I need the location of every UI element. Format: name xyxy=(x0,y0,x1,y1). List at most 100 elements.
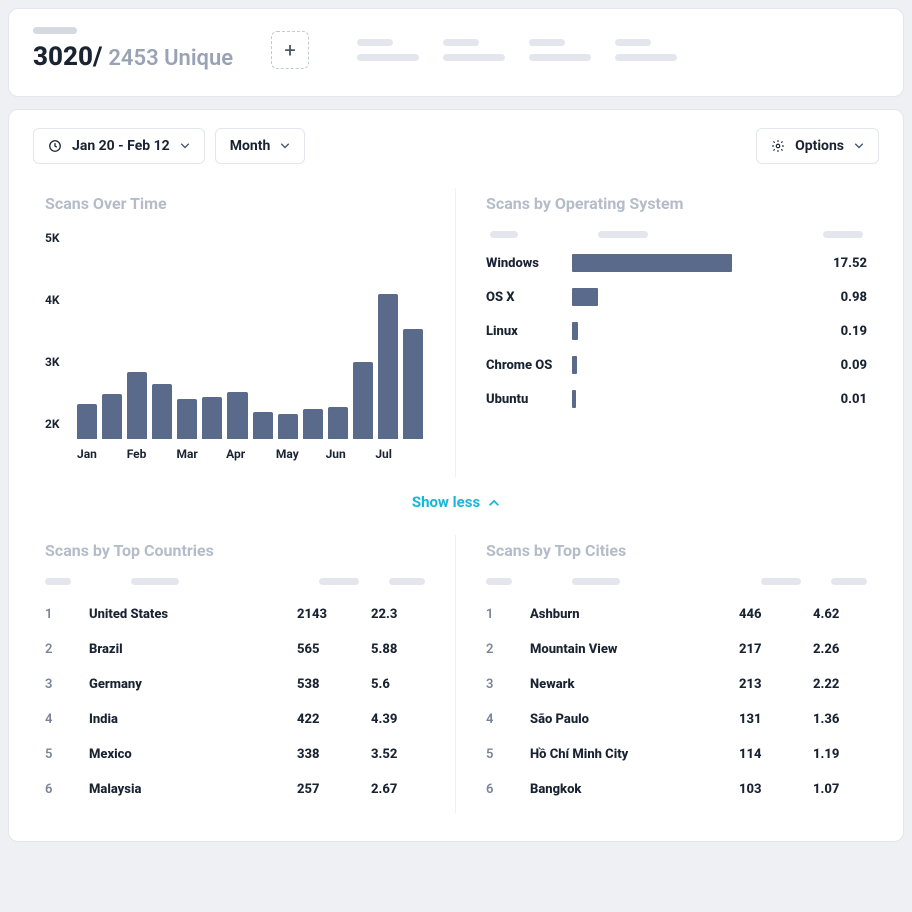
x-tick: Jul xyxy=(375,447,425,461)
value-2: 4.39 xyxy=(371,712,425,727)
value-2: 22.3 xyxy=(371,607,425,622)
rank: 6 xyxy=(486,782,530,797)
x-tick: Jan xyxy=(77,447,127,461)
interval-label: Month xyxy=(230,138,271,154)
unique-count: 2453 Unique xyxy=(108,46,233,71)
value-2: 1.36 xyxy=(813,712,867,727)
value-2: 5.6 xyxy=(371,677,425,692)
os-label: Ubuntu xyxy=(486,392,572,407)
rank: 4 xyxy=(45,712,89,727)
os-row: Windows 17.52 xyxy=(486,254,867,272)
value-2: 2.67 xyxy=(371,782,425,797)
rank: 5 xyxy=(486,747,530,762)
value-2: 3.52 xyxy=(371,747,425,762)
os-bar-track xyxy=(572,288,811,306)
rank: 1 xyxy=(486,607,530,622)
rank: 2 xyxy=(45,642,89,657)
chart-bar xyxy=(202,397,222,440)
show-less-label: Show less xyxy=(412,493,480,511)
chevron-up-icon xyxy=(488,493,500,511)
table-row: 4São Paulo1311.36 xyxy=(486,712,867,727)
os-label: Linux xyxy=(486,324,572,339)
os-value: 17.52 xyxy=(811,256,867,271)
table-row: 4India4224.39 xyxy=(45,712,425,727)
table-row: 2Mountain View2172.26 xyxy=(486,642,867,657)
chart-bar xyxy=(177,399,197,439)
bars xyxy=(75,231,425,439)
table-row: 6Bangkok1031.07 xyxy=(486,782,867,797)
name: Newark xyxy=(530,677,739,692)
y-axis: 5K4K3K2K xyxy=(45,231,75,431)
os-bar-track xyxy=(572,322,811,340)
name: Mexico xyxy=(89,747,297,762)
os-value: 0.98 xyxy=(811,290,867,305)
city-rows: 1Ashburn4464.622Mountain View2172.263New… xyxy=(486,607,867,797)
placeholder-pill xyxy=(33,27,77,34)
table-row: 5Mexico3383.52 xyxy=(45,747,425,762)
os-label: Windows xyxy=(486,256,572,271)
os-row: Chrome OS0.09 xyxy=(486,356,867,374)
name: Brazil xyxy=(89,642,297,657)
os-row: Linux 0.19 xyxy=(486,322,867,340)
toolbar: Jan 20 - Feb 12 Month Options xyxy=(33,128,879,164)
show-less-button[interactable]: Show less xyxy=(33,493,879,511)
interval-dropdown[interactable]: Month xyxy=(215,128,306,164)
chart-bar xyxy=(328,407,348,440)
gear-icon xyxy=(771,139,785,153)
name: United States xyxy=(89,607,297,622)
name: Ashburn xyxy=(530,607,739,622)
os-value: 0.19 xyxy=(811,324,867,339)
chart-bar xyxy=(378,294,398,439)
add-button[interactable]: + xyxy=(271,31,309,69)
chart-bar xyxy=(253,412,273,440)
os-bar-track xyxy=(572,356,811,374)
date-range-dropdown[interactable]: Jan 20 - Feb 12 xyxy=(33,128,205,164)
rank: 6 xyxy=(45,782,89,797)
rank: 5 xyxy=(45,747,89,762)
summary-card: 3020/ 2453 Unique + xyxy=(8,8,904,97)
value-1: 2143 xyxy=(297,607,371,622)
y-tick: 4K xyxy=(45,293,75,307)
y-tick: 5K xyxy=(45,231,75,245)
value-2: 1.19 xyxy=(813,747,867,762)
chart-bar xyxy=(77,404,97,439)
value-1: 114 xyxy=(739,747,813,762)
scans-over-time-panel: Scans Over Time 5K4K3K2K JanFebMarAprMay… xyxy=(33,188,456,477)
total-count: 3020/ xyxy=(33,42,102,72)
x-tick: Jun xyxy=(326,447,376,461)
value-1: 446 xyxy=(739,607,813,622)
chart-bar xyxy=(152,384,172,439)
name: India xyxy=(89,712,297,727)
name: Mountain View xyxy=(530,642,739,657)
rank: 3 xyxy=(45,677,89,692)
x-tick: Apr xyxy=(226,447,276,461)
rank: 1 xyxy=(45,607,89,622)
value-1: 131 xyxy=(739,712,813,727)
os-rows: Windows 17.52 OS X 0.98 Linux 0.19 Chrome OS0.… xyxy=(486,254,867,408)
top-cities-panel: Scans by Top Cities 1Ashburn4464.622Moun… xyxy=(456,535,879,813)
options-dropdown[interactable]: Options xyxy=(756,128,879,164)
value-1: 338 xyxy=(297,747,371,762)
country-rows: 1United States214322.32Brazil5655.883Ger… xyxy=(45,607,425,797)
chart-bar xyxy=(353,362,373,440)
chart-bar xyxy=(278,414,298,439)
chevron-down-icon xyxy=(854,143,864,149)
table-row: 3Newark2132.22 xyxy=(486,677,867,692)
value-2: 1.07 xyxy=(813,782,867,797)
table-row: 6Malaysia2572.67 xyxy=(45,782,425,797)
panel-title: Scans Over Time xyxy=(45,194,425,213)
y-tick: 2K xyxy=(45,417,75,431)
os-bar xyxy=(572,356,577,374)
name: Germany xyxy=(89,677,297,692)
os-bar-track xyxy=(572,254,811,272)
x-tick: Feb xyxy=(127,447,177,461)
os-label: OS X xyxy=(486,290,572,305)
os-bar-track xyxy=(572,390,811,408)
summary-placeholders xyxy=(357,39,879,61)
value-1: 538 xyxy=(297,677,371,692)
value-1: 103 xyxy=(739,782,813,797)
panel-title: Scans by Top Cities xyxy=(486,541,867,560)
top-countries-panel: Scans by Top Countries 1United States214… xyxy=(33,535,456,813)
value-2: 2.22 xyxy=(813,677,867,692)
os-row: Ubuntu0.01 xyxy=(486,390,867,408)
